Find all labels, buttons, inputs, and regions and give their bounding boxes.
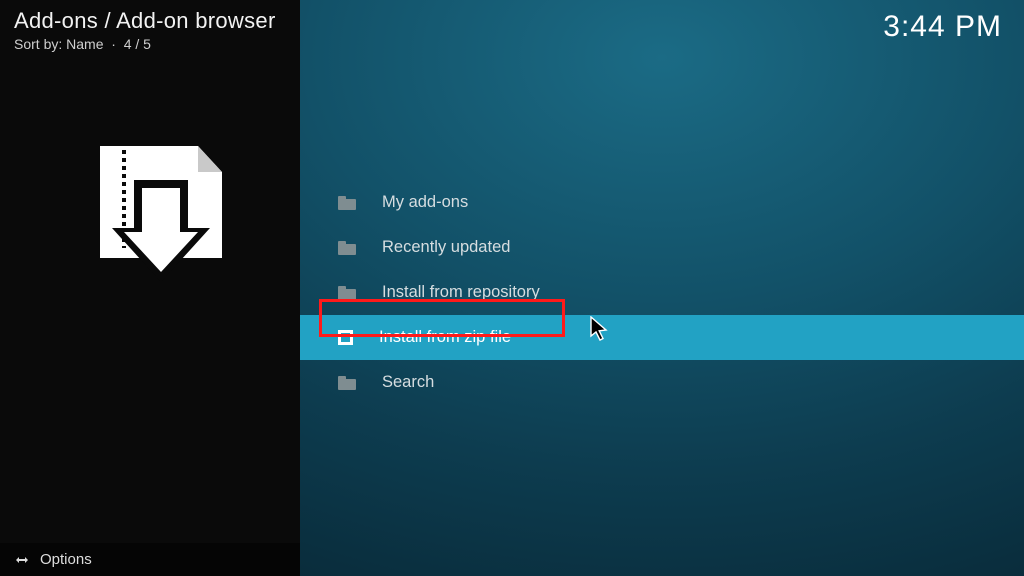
- folder-icon: [338, 199, 356, 210]
- options-button[interactable]: Options: [0, 543, 300, 576]
- list-position: 4 / 5: [124, 36, 151, 52]
- list-item[interactable]: My add-ons: [300, 180, 1024, 225]
- list-item-label: Install from repository: [382, 283, 540, 302]
- sidebar: Add-ons / Add-on browser Sort by: Name ·…: [0, 0, 300, 576]
- folder-icon: [338, 244, 356, 255]
- list-item[interactable]: Search: [300, 360, 1024, 405]
- folder-icon: [338, 289, 356, 300]
- separator: ·: [111, 36, 116, 52]
- list-item-label: Search: [382, 373, 434, 392]
- clock: 3:44 PM: [883, 10, 1002, 44]
- list-item[interactable]: Install from repository: [300, 270, 1024, 315]
- sort-label: Sort by: Name: [14, 36, 103, 52]
- folder-icon: [338, 379, 356, 390]
- zip-icon: [338, 330, 353, 345]
- install-zip-context-icon: [82, 140, 232, 290]
- list-item-label: Recently updated: [382, 238, 510, 257]
- main-panel: 3:44 PM My add-ons Recently updated Instal…: [300, 0, 1024, 576]
- options-icon: [14, 552, 30, 568]
- list-item-label: Install from zip file: [379, 328, 511, 347]
- options-label: Options: [40, 551, 92, 568]
- breadcrumb: Add-ons / Add-on browser: [14, 8, 276, 34]
- sort-status: Sort by: Name · 4 / 5: [14, 36, 151, 52]
- addon-list: My add-ons Recently updated Install from r…: [300, 180, 1024, 405]
- list-item[interactable]: Install from zip file: [300, 315, 1024, 360]
- list-item[interactable]: Recently updated: [300, 225, 1024, 270]
- list-item-label: My add-ons: [382, 193, 468, 212]
